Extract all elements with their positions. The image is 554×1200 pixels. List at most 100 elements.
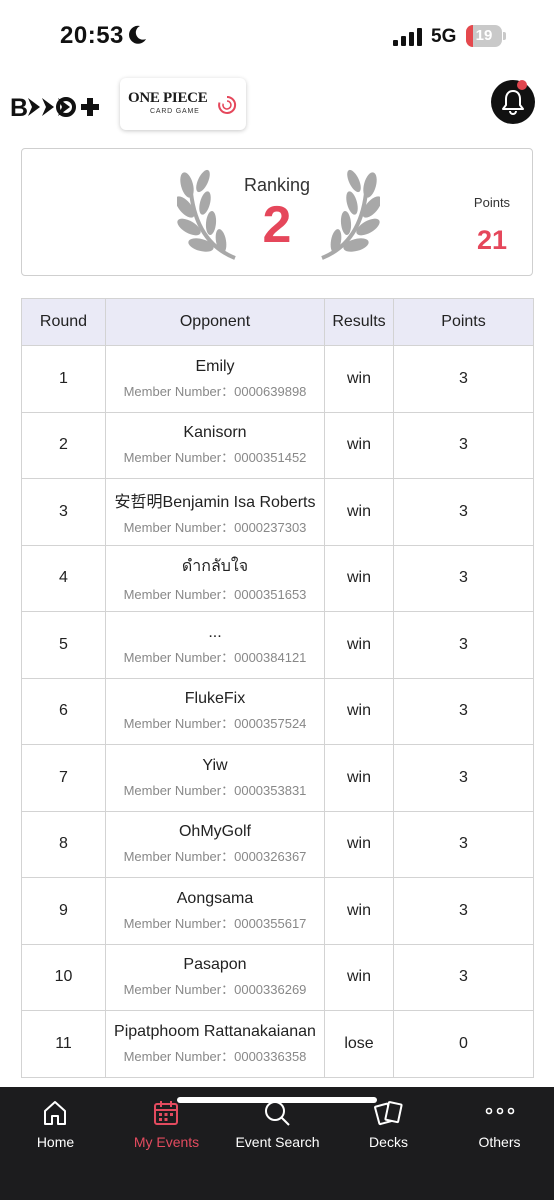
- result-cell: win: [324, 345, 394, 413]
- result-cell: win: [324, 744, 394, 812]
- refresh-ring-icon: [218, 95, 237, 114]
- one-piece-logo[interactable]: ONE PIECE CARD GAME: [120, 78, 246, 130]
- round-cell: 8: [21, 810, 106, 878]
- round-cell: 2: [21, 411, 106, 479]
- ranking-card: Ranking 2 Points 21: [21, 148, 533, 276]
- round-cell: 10: [21, 943, 106, 1011]
- network-type: 5G: [431, 26, 457, 47]
- points-cell: 3: [393, 943, 534, 1011]
- table-row: 7 Yiw Member Number：0000353831 win 3: [21, 744, 534, 812]
- app-header: B ONE PIECE CARD GAME: [0, 74, 554, 140]
- points-cell: 3: [393, 411, 534, 479]
- opponent-cell: FlukeFix Member Number：0000357524: [105, 677, 325, 745]
- opponent-cell: Yiw Member Number：0000353831: [105, 744, 325, 812]
- member-number: Member Number：0000237303: [123, 519, 307, 535]
- tab-others[interactable]: Others: [444, 1087, 554, 1167]
- opponent-cell: OhMyGolf Member Number：0000326367: [105, 810, 325, 878]
- table-row: 9 Aongsama Member Number：0000355617 win 3: [21, 877, 534, 945]
- opponent-name: Emily: [195, 357, 235, 375]
- header-results: Results: [324, 298, 394, 346]
- points-cell: 3: [393, 877, 534, 945]
- status-bar: 20:53 5G 19: [0, 0, 554, 74]
- result-cell: win: [324, 611, 394, 679]
- opponent-cell: Emily Member Number：0000639898: [105, 345, 325, 413]
- opponent-name: FlukeFix: [184, 690, 246, 708]
- opponent-cell: Kanisorn Member Number：0000351452: [105, 411, 325, 479]
- home-indicator: [177, 1097, 377, 1103]
- member-number: Member Number：0000384121: [123, 649, 307, 665]
- points-cell: 0: [393, 1010, 534, 1078]
- home-icon: [44, 1101, 66, 1125]
- opponent-cell: Pipatphoom Rattanakaianan Member Number：0…: [105, 1010, 325, 1078]
- round-cell: 9: [21, 877, 106, 945]
- tab-bar: Home My Events Event Search Decks Others: [0, 1087, 554, 1200]
- ranking-value: 2: [262, 196, 292, 254]
- moon-icon: [129, 25, 146, 44]
- member-number: Member Number：0000336269: [123, 982, 307, 998]
- header-opponent: Opponent: [105, 298, 325, 346]
- round-cell: 3: [21, 478, 106, 546]
- opponent-cell: ดำกลับใจ Member Number：0000351653: [105, 544, 325, 612]
- opponent-cell: Pasapon Member Number：0000336269: [105, 943, 325, 1011]
- result-cell: win: [324, 677, 394, 745]
- opponent-name: 安哲明Benjamin Isa Roberts: [114, 493, 316, 511]
- points-cell: 3: [393, 544, 534, 612]
- notification-dot: [517, 80, 527, 90]
- points-cell: 3: [393, 677, 534, 745]
- member-number: Member Number：0000351452: [123, 450, 307, 466]
- header-round: Round: [21, 298, 106, 346]
- points-cell: 3: [393, 611, 534, 679]
- table-row: 1 Emily Member Number：0000639898 win 3: [21, 345, 534, 413]
- points-label: Points: [473, 195, 511, 210]
- opponent-name: OhMyGolf: [178, 823, 251, 841]
- result-cell: win: [324, 411, 394, 479]
- table-row: 10 Pasapon Member Number：0000336269 win 3: [21, 943, 534, 1011]
- tab-home-label: Home: [36, 1134, 75, 1150]
- results-table: Round Opponent Results Points 1 Emily Memb…: [21, 298, 534, 1078]
- svg-text:B: B: [10, 94, 28, 122]
- battery-percent: 19: [475, 27, 493, 44]
- opponent-name: Yiw: [202, 756, 228, 774]
- notifications-button[interactable]: [491, 80, 535, 124]
- round-cell: 11: [21, 1010, 106, 1078]
- tab-event-search-label: Event Search: [235, 1134, 320, 1150]
- opponent-cell: 安哲明Benjamin Isa Roberts Member Number：000…: [105, 478, 325, 546]
- table-row: 8 OhMyGolf Member Number：0000326367 win 3: [21, 810, 534, 878]
- points-cell: 3: [393, 744, 534, 812]
- opponent-name: Pasapon: [183, 956, 247, 974]
- table-row: 2 Kanisorn Member Number：0000351452 win 3: [21, 411, 534, 479]
- tab-my-events-label: My Events: [133, 1134, 200, 1150]
- opponent-cell: ... Member Number：0000384121: [105, 611, 325, 679]
- member-number: Member Number：0000351653: [123, 586, 307, 602]
- tab-home[interactable]: Home: [0, 1087, 111, 1167]
- one-piece-title: ONE PIECE: [128, 90, 208, 106]
- round-cell: 6: [21, 677, 106, 745]
- status-time: 20:53: [60, 22, 124, 49]
- opponent-name: Kanisorn: [183, 424, 247, 442]
- opponent-name: Pipatphoom Rattanakaianan: [114, 1022, 316, 1040]
- table-row: 5... Member Number：0000384121 win 3: [21, 611, 534, 679]
- table-row: 3 安哲明Benjamin Isa Roberts Member Number：00…: [21, 478, 534, 546]
- search-icon: [265, 1101, 290, 1126]
- opponent-name: ดำกลับใจ: [181, 557, 249, 575]
- member-number: Member Number：0000355617: [123, 915, 307, 931]
- battery-icon: 19: [466, 25, 506, 47]
- result-cell: lose: [324, 1010, 394, 1078]
- bcg-plus-logo[interactable]: B: [10, 92, 104, 122]
- header-points: Points: [393, 298, 534, 346]
- more-icon: [485, 1107, 515, 1115]
- result-cell: win: [324, 810, 394, 878]
- cards-icon: [374, 1101, 403, 1126]
- points-cell: 3: [393, 478, 534, 546]
- points-cell: 3: [393, 345, 534, 413]
- table-row: 4 ดำกลับใจ Member Number：0000351653 win 3: [21, 544, 534, 612]
- tab-others-label: Others: [478, 1134, 521, 1150]
- result-cell: win: [324, 877, 394, 945]
- results-body: 1 Emily Member Number：0000639898 win 3 2 Kanis…: [21, 345, 534, 1078]
- one-piece-subtitle: CARD GAME: [150, 108, 200, 115]
- result-cell: win: [324, 478, 394, 546]
- ranking-label: Ranking: [243, 175, 311, 195]
- member-number: Member Number：0000326367: [123, 849, 307, 865]
- round-cell: 4: [21, 544, 106, 612]
- member-number: Member Number：0000336358: [123, 1048, 307, 1064]
